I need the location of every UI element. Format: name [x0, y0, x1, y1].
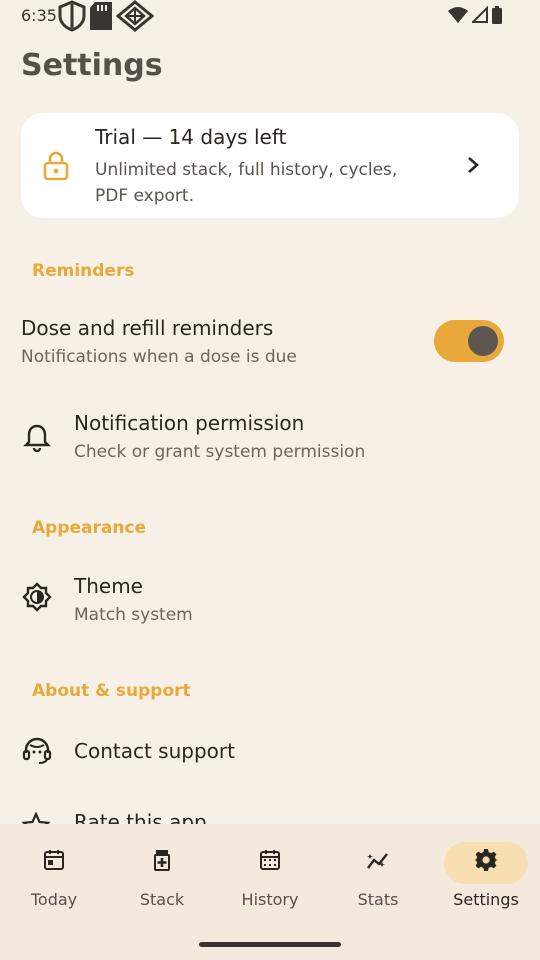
sd-card-icon	[90, 2, 112, 30]
signal-icon	[472, 6, 488, 23]
toggle-knob	[468, 326, 498, 356]
nav-settings-label: Settings	[453, 890, 519, 909]
trial-description: Unlimited stack, full history, cycles, P…	[95, 160, 398, 206]
support-agent-icon	[22, 737, 52, 764]
contact-support-title: Contact support	[74, 739, 235, 763]
page-title: Settings	[21, 48, 163, 83]
reminders-title: Dose and refill reminders	[21, 316, 274, 340]
status-right-icons	[448, 6, 502, 24]
theme-subtitle: Match system	[74, 605, 193, 625]
status-left-icons	[58, 0, 154, 32]
shield-icon	[58, 0, 86, 32]
battery-icon	[492, 6, 502, 24]
bell-icon	[23, 424, 51, 452]
reminders-subtitle: Notifications when a dose is due	[21, 347, 297, 367]
nav-stack[interactable]: Stack	[108, 824, 216, 924]
wifi-icon	[448, 7, 468, 23]
theme-title: Theme	[74, 574, 143, 598]
nav-today-label: Today	[30, 890, 78, 909]
nav-today[interactable]: Today	[0, 824, 108, 924]
brightness-icon	[22, 582, 52, 612]
lock-icon	[43, 151, 69, 181]
bottom-navigation: Today Stack History Stats Settings	[0, 824, 540, 960]
chevron-right-icon	[468, 157, 479, 173]
reminders-toggle[interactable]	[434, 320, 504, 362]
nav-history[interactable]: History	[216, 824, 324, 924]
status-bar: 6:35	[0, 0, 540, 32]
nav-settings[interactable]: Settings	[432, 824, 540, 924]
medication-icon	[154, 850, 170, 871]
calendar-today-icon	[44, 850, 64, 870]
nav-stats[interactable]: Stats	[324, 824, 432, 924]
nav-stats-label: Stats	[357, 890, 399, 909]
trial-title: Trial — 14 days left	[95, 125, 287, 149]
calendar-month-icon	[260, 850, 280, 870]
nav-history-label: History	[241, 890, 299, 909]
section-header-about: About & support	[32, 681, 191, 701]
gear-icon	[474, 849, 498, 871]
stats-icon	[367, 853, 388, 869]
nav-stack-label: Stack	[139, 890, 185, 909]
data-saver-icon	[116, 0, 154, 32]
notification-permission-title: Notification permission	[74, 411, 305, 435]
section-header-appearance: Appearance	[32, 518, 147, 538]
section-header-reminders: Reminders	[32, 261, 135, 281]
home-indicator[interactable]	[199, 942, 341, 947]
notification-permission-subtitle: Check or grant system permission	[74, 442, 366, 462]
trial-card[interactable]: Trial — 14 days left Unlimited stack, fu…	[21, 113, 519, 218]
status-time: 6:35	[21, 6, 57, 25]
